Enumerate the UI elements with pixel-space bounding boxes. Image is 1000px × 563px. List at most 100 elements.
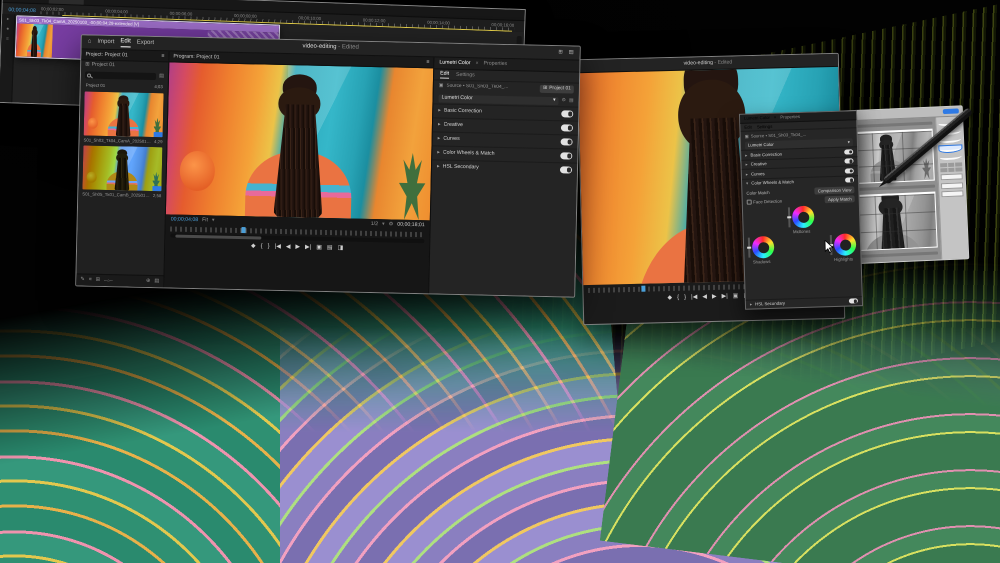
mark-out-button[interactable]: } (684, 295, 686, 302)
swatch[interactable] (941, 182, 963, 189)
playhead[interactable] (641, 286, 645, 292)
mark-in-button[interactable]: { (261, 244, 263, 251)
tool-icon[interactable] (956, 167, 963, 171)
section-toggle[interactable] (561, 111, 573, 118)
play-button[interactable]: ▶ (295, 245, 300, 252)
grid-view-icon[interactable]: ⊞ (96, 277, 100, 283)
playback-resolution-dropdown[interactable]: 1/2 (371, 221, 378, 227)
face-detection-checkbox[interactable] (747, 200, 752, 205)
zoom-slider[interactable]: ─○─ (104, 278, 113, 283)
section-toggle[interactable] (560, 167, 572, 174)
swatch[interactable] (941, 190, 963, 197)
export-frame-button[interactable]: ▣ (733, 294, 739, 301)
section-toggle[interactable] (845, 178, 854, 183)
timecode-current[interactable]: 00;00;04;08 (171, 217, 199, 224)
tool-icon[interactable] (940, 168, 947, 172)
step-forward-button[interactable]: ▶| (722, 294, 728, 301)
tab-timeline-sequence[interactable]: Project 01 × (49, 0, 85, 4)
brush-preset-selected[interactable] (939, 145, 961, 152)
section-toggle[interactable] (560, 153, 572, 160)
tool-icon[interactable] (948, 162, 955, 166)
subtab-settings[interactable]: Settings (456, 72, 475, 79)
section-toggle[interactable] (849, 299, 858, 304)
close-icon[interactable]: × (77, 0, 80, 2)
project-breadcrumb[interactable]: Project 01 (92, 62, 115, 69)
bin-icon[interactable]: ▤ (154, 278, 159, 284)
tab-program[interactable]: Program: Project 01 (173, 53, 219, 60)
menu-import[interactable]: Import (97, 39, 114, 47)
subtab-edit[interactable]: Edit (744, 124, 752, 129)
clip-thumbnail (16, 23, 53, 57)
source-project-chip[interactable]: ⊞ Project 01 (540, 85, 574, 94)
subtab-edit[interactable]: Edit (440, 71, 449, 78)
lift-button[interactable]: ▤ (327, 245, 333, 252)
settings-gear-icon[interactable]: ⚙ (389, 222, 394, 228)
pen-automate-icon[interactable]: ✎ (80, 277, 84, 283)
play-button[interactable]: ▶ (712, 294, 717, 301)
section-toggle[interactable] (561, 139, 573, 146)
chevron-right-icon: ▸ (746, 171, 748, 176)
tool-icon[interactable] (955, 162, 962, 166)
swatch[interactable] (941, 173, 963, 180)
home-icon[interactable]: ⌂ (88, 38, 92, 45)
add-marker-button[interactable]: ◆ (251, 244, 256, 251)
panel-menu-icon[interactable]: ≡ (426, 59, 429, 65)
close-icon[interactable]: × (475, 61, 478, 67)
reset-icon[interactable]: ▤ (569, 98, 574, 104)
comparison-view-button[interactable]: Comparison View (815, 186, 855, 194)
program-video (166, 62, 433, 220)
section-toggle[interactable] (561, 125, 573, 132)
primary-action-button[interactable] (943, 108, 959, 114)
go-to-in-button[interactable]: |◀ (691, 295, 697, 302)
tab-properties[interactable]: Properties (780, 114, 800, 120)
menu-edit[interactable]: Edit (120, 39, 131, 47)
brush-preset[interactable] (940, 153, 962, 160)
new-bin-icon[interactable]: ▤ (159, 74, 164, 80)
highlights-wheel[interactable] (834, 234, 857, 257)
mark-out-button[interactable]: } (268, 244, 270, 251)
section-toggle[interactable] (844, 159, 853, 164)
step-forward-button[interactable]: ▶| (305, 245, 311, 252)
tool-icon[interactable] (940, 163, 947, 167)
track-tool-icon[interactable]: ▸ (7, 17, 10, 23)
panel-menu-icon[interactable]: ≡ (161, 53, 164, 59)
menu-export[interactable]: Export (137, 40, 155, 48)
go-to-in-button[interactable]: |◀ (275, 244, 281, 251)
track-tool-icon[interactable]: ≡ (6, 37, 9, 43)
step-back-button[interactable]: ◀ (702, 295, 707, 302)
midtones-wheel[interactable] (792, 206, 815, 229)
tool-icon[interactable] (948, 167, 955, 171)
project-clip-card[interactable]: S01_Sh05_Tk01_CamB_20250103_ 2;58 (78, 144, 166, 200)
timeline-tool-column: ▸ ● ≡ (0, 14, 15, 102)
search-input[interactable] (85, 71, 156, 80)
shadows-wheel[interactable] (752, 236, 775, 259)
fx-icon[interactable]: ⚙ (562, 98, 566, 104)
chevron-down-icon: ▾ (212, 218, 215, 224)
tab-properties[interactable]: Properties (483, 61, 507, 68)
add-marker-button[interactable]: ◆ (667, 295, 672, 302)
section-toggle[interactable] (844, 149, 853, 154)
workspace-icon[interactable]: ⊞ (558, 50, 562, 56)
tab-project[interactable]: Project: Project 01 (85, 51, 128, 58)
export-frame-button[interactable]: ▣ (316, 245, 322, 252)
apply-match-button[interactable]: Apply Match (825, 195, 855, 203)
maximize-icon[interactable]: ▤ (569, 50, 574, 56)
playhead[interactable] (242, 227, 246, 233)
extract-button[interactable]: ◨ (338, 246, 344, 253)
shadows-slider[interactable] (748, 238, 751, 258)
tab-lumetri-color[interactable]: Lumetri Color (439, 60, 470, 67)
mark-in-button[interactable]: { (677, 295, 679, 302)
close-icon[interactable]: × (774, 115, 777, 120)
track-tool-icon[interactable]: ● (6, 27, 9, 33)
list-view-icon[interactable]: ≡ (89, 277, 92, 283)
section-toggle[interactable] (845, 168, 854, 173)
midtones-slider[interactable] (788, 208, 791, 228)
grid-icon: ⊞ (85, 62, 89, 68)
tab-lumetri-color[interactable]: Lumetri Color (744, 115, 770, 121)
chevron-down-icon: ▾ (382, 222, 385, 228)
step-back-button[interactable]: ◀ (286, 244, 291, 251)
subtab-settings[interactable]: Settings (757, 124, 773, 130)
zoom-fit-dropdown[interactable]: Fit (202, 218, 208, 224)
project-clip-card[interactable]: S01_Sh03_Tk04_CamA_20250103_ 4;29 (79, 89, 167, 145)
new-item-icon[interactable]: ⊕ (146, 278, 150, 284)
